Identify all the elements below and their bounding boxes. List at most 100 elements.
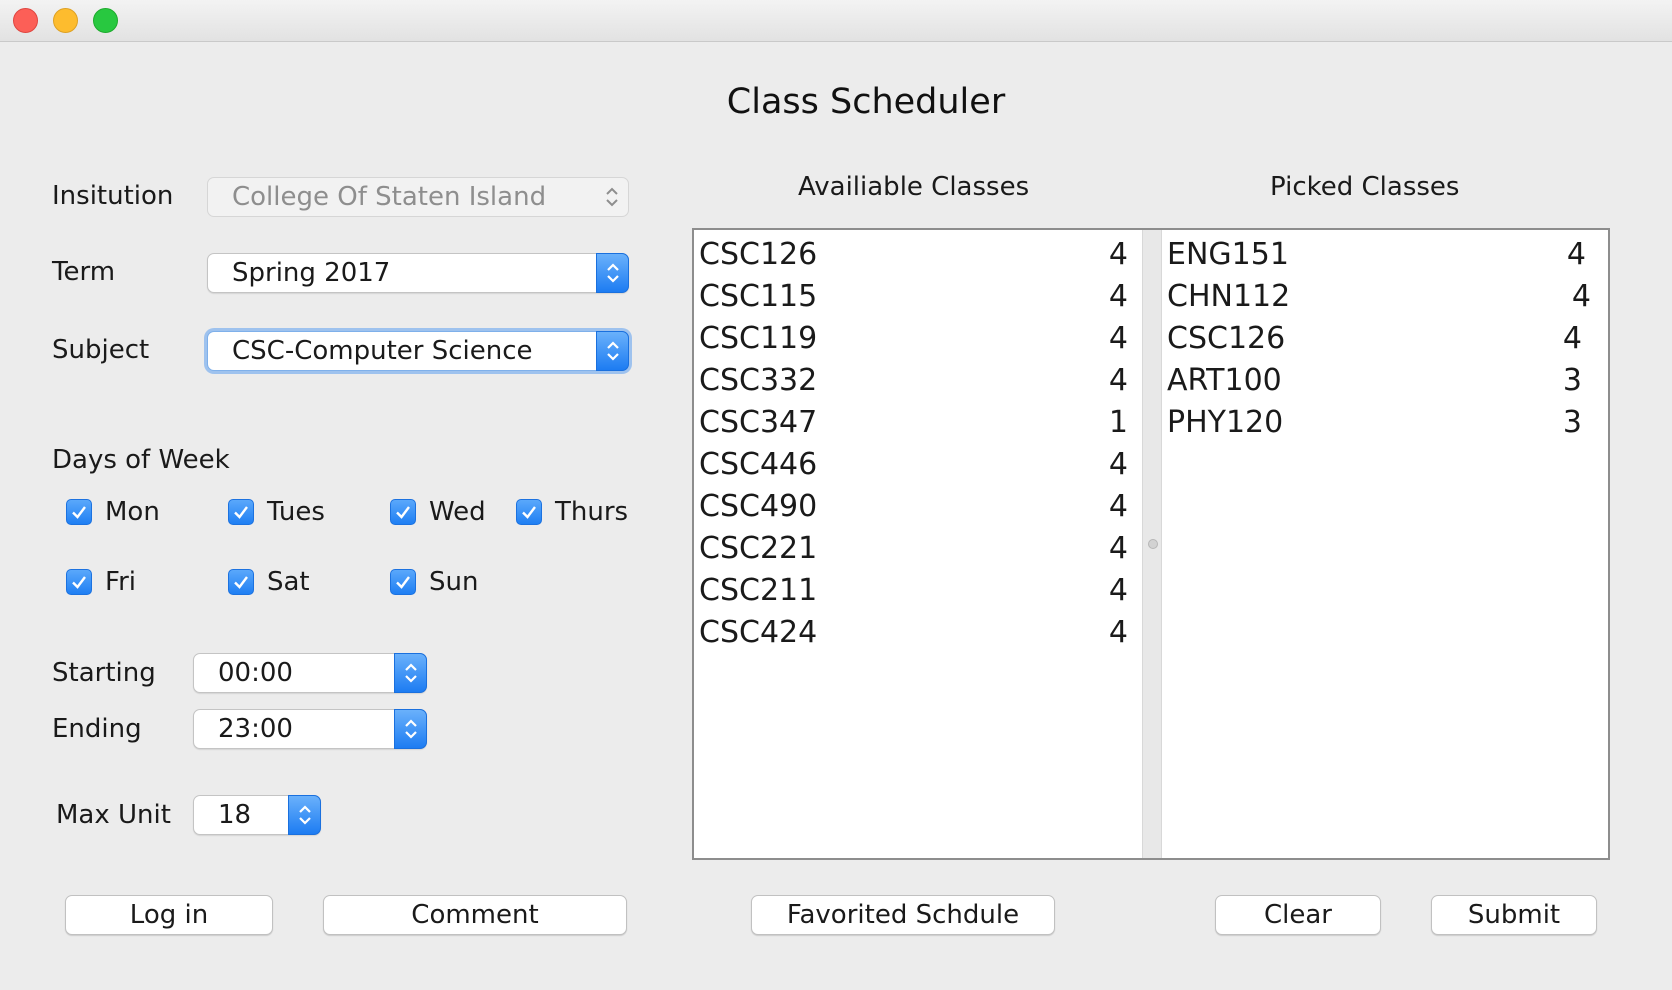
- favorited-schedule-button[interactable]: Favorited Schdule: [751, 895, 1055, 935]
- chevron-updown-icon: [596, 331, 629, 371]
- chevron-updown-icon: [596, 253, 629, 293]
- institution-value: College Of Staten Island: [232, 182, 547, 212]
- clear-button[interactable]: Clear: [1215, 895, 1381, 935]
- day-label: Wed: [429, 497, 486, 527]
- class-code: ENG151: [1167, 237, 1289, 272]
- stepper-arrows-icon[interactable]: [394, 653, 427, 693]
- class-code: CSC115: [699, 279, 818, 314]
- zoom-window-button[interactable]: [93, 8, 118, 33]
- day-label: Fri: [105, 567, 136, 597]
- available-classes-list[interactable]: CSC126 4 CSC115 4 CSC119 4 CSC332 4 CSC347 1 …: [694, 230, 1142, 858]
- list-item[interactable]: PHY120 3: [1162, 402, 1608, 444]
- class-code: PHY120: [1167, 405, 1284, 440]
- max-unit-spinner[interactable]: 18: [193, 795, 321, 835]
- day-label: Tues: [267, 497, 325, 527]
- minimize-window-button[interactable]: [53, 8, 78, 33]
- class-code: CSC446: [699, 447, 818, 482]
- drag-handle-icon[interactable]: [1148, 539, 1158, 549]
- class-code: CHN112: [1167, 279, 1291, 314]
- class-code: CSC221: [699, 531, 818, 566]
- class-lists-panel: CSC126 4 CSC115 4 CSC119 4 CSC332 4 CSC347 1 …: [692, 228, 1610, 860]
- ending-time-spinner[interactable]: 23:00: [193, 709, 427, 749]
- day-checkbox-thurs[interactable]: Thurs: [516, 497, 628, 527]
- days-of-week-label: Days of Week: [52, 445, 230, 475]
- stepper-arrows-icon[interactable]: [394, 709, 427, 749]
- picked-classes-heading: Picked Classes: [1270, 172, 1460, 202]
- day-checkbox-tues[interactable]: Tues: [228, 497, 325, 527]
- class-units: 4: [1108, 531, 1128, 566]
- day-label: Thurs: [555, 497, 629, 527]
- max-unit-label: Max Unit: [56, 800, 171, 830]
- list-item[interactable]: CSC446 4: [694, 444, 1142, 486]
- class-code: CSC211: [699, 573, 818, 608]
- checkmark-icon: [390, 569, 416, 595]
- class-units: 3: [1562, 405, 1582, 440]
- class-code: CSC490: [699, 489, 818, 524]
- list-item[interactable]: ART100 3: [1162, 360, 1608, 402]
- subject-select[interactable]: CSC-Computer Science: [207, 331, 629, 371]
- day-checkbox-wed[interactable]: Wed: [390, 497, 486, 527]
- app-title: Class Scheduler: [726, 82, 1006, 122]
- day-label: Sat: [267, 567, 310, 597]
- comment-button[interactable]: Comment: [323, 895, 627, 935]
- class-units: 1: [1108, 405, 1128, 440]
- list-item[interactable]: CSC332 4: [694, 360, 1142, 402]
- class-code: CSC424: [699, 615, 818, 650]
- day-label: Sun: [429, 567, 479, 597]
- list-item[interactable]: CSC126 4: [1162, 318, 1608, 360]
- day-checkbox-sat[interactable]: Sat: [228, 567, 310, 597]
- list-item[interactable]: CHN112 4: [1162, 276, 1608, 318]
- class-units: 4: [1108, 615, 1128, 650]
- day-checkbox-sun[interactable]: Sun: [390, 567, 478, 597]
- class-units: 4: [1108, 447, 1128, 482]
- class-units: 4: [1108, 279, 1128, 314]
- class-units: 4: [1566, 237, 1586, 272]
- term-select[interactable]: Spring 2017: [207, 253, 629, 293]
- class-units: 4: [1571, 279, 1591, 314]
- starting-label: Starting: [52, 658, 156, 688]
- class-units: 3: [1562, 363, 1582, 398]
- checkmark-icon: [228, 569, 254, 595]
- chevron-updown-icon: [595, 178, 628, 216]
- class-code: ART100: [1167, 363, 1282, 398]
- institution-label: Insitution: [52, 181, 174, 211]
- split-pane-divider[interactable]: [1142, 230, 1162, 858]
- list-item[interactable]: CSC211 4: [694, 570, 1142, 612]
- login-button[interactable]: Log in: [65, 895, 273, 935]
- picked-classes-list[interactable]: ENG151 4 CHN112 4 CSC126 4 ART100 3 PHY120 3: [1162, 230, 1608, 858]
- list-item[interactable]: CSC221 4: [694, 528, 1142, 570]
- day-label: Mon: [105, 497, 160, 527]
- class-code: CSC332: [699, 363, 818, 398]
- max-unit-value: 18: [218, 800, 252, 830]
- subject-label: Subject: [52, 335, 150, 365]
- class-code: CSC347: [699, 405, 818, 440]
- list-item[interactable]: CSC347 1: [694, 402, 1142, 444]
- class-units: 4: [1108, 321, 1128, 356]
- day-checkbox-fri[interactable]: Fri: [66, 567, 136, 597]
- day-checkbox-mon[interactable]: Mon: [66, 497, 160, 527]
- starting-time-spinner[interactable]: 00:00: [193, 653, 427, 693]
- term-value: Spring 2017: [232, 258, 391, 288]
- starting-time-value: 00:00: [218, 658, 293, 688]
- close-window-button[interactable]: [13, 8, 38, 33]
- class-units: 4: [1108, 363, 1128, 398]
- class-units: 4: [1562, 321, 1582, 356]
- checkmark-icon: [66, 499, 92, 525]
- list-item[interactable]: CSC119 4: [694, 318, 1142, 360]
- class-units: 4: [1108, 237, 1128, 272]
- class-units: 4: [1108, 489, 1128, 524]
- stepper-arrows-icon[interactable]: [288, 795, 321, 835]
- list-item[interactable]: CSC424 4: [694, 612, 1142, 654]
- class-code: CSC126: [1167, 321, 1286, 356]
- window-titlebar: [0, 0, 1672, 42]
- submit-button[interactable]: Submit: [1431, 895, 1597, 935]
- checkmark-icon: [390, 499, 416, 525]
- list-item[interactable]: CSC126 4: [694, 234, 1142, 276]
- list-item[interactable]: ENG151 4: [1162, 234, 1608, 276]
- ending-label: Ending: [52, 714, 142, 744]
- list-item[interactable]: CSC115 4: [694, 276, 1142, 318]
- term-label: Term: [52, 257, 116, 287]
- class-code: CSC126: [699, 237, 818, 272]
- list-item[interactable]: CSC490 4: [694, 486, 1142, 528]
- available-classes-heading: Availiable Classes: [798, 172, 1030, 202]
